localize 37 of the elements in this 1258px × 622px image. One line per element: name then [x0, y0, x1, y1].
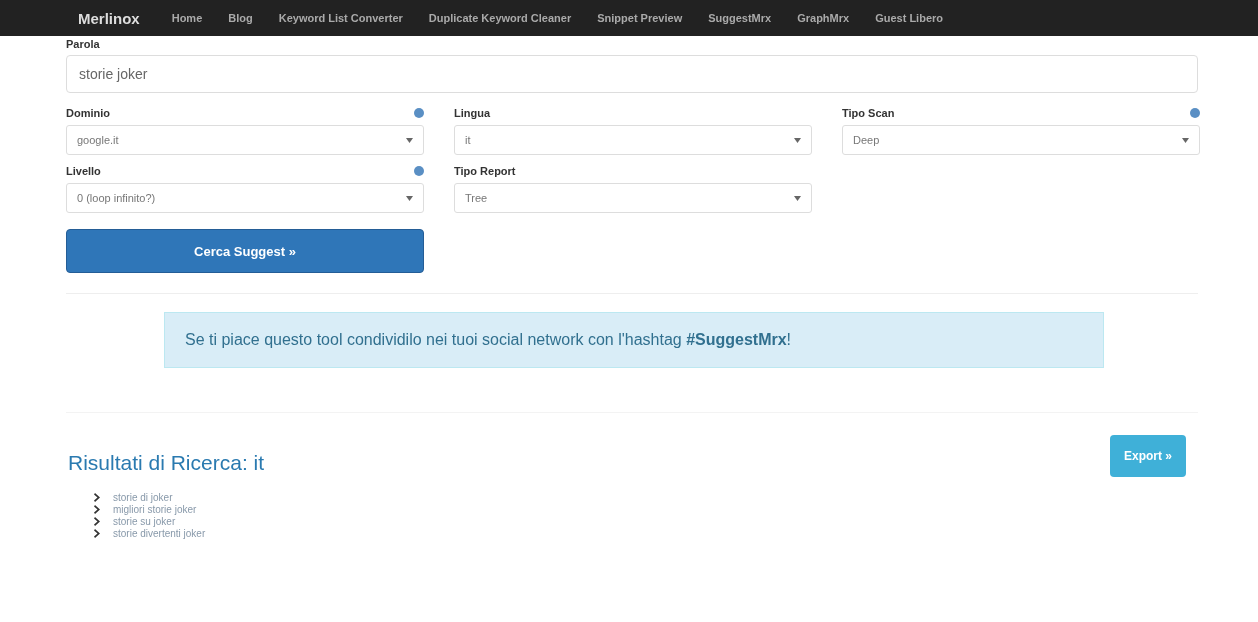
nav-link[interactable]: SuggestMrx — [708, 12, 772, 24]
select-field[interactable]: Tree — [454, 183, 812, 213]
help-icon[interactable] — [414, 166, 424, 176]
caret-icon — [406, 137, 413, 143]
caret-icon — [1182, 137, 1189, 143]
nav-link[interactable]: Keyword List Converter — [278, 12, 403, 24]
select-field[interactable]: it — [454, 125, 812, 155]
select-field[interactable]: google.it — [66, 125, 424, 155]
help-icon[interactable] — [414, 108, 424, 118]
caret-icon — [794, 195, 801, 201]
nav-link[interactable]: Guest Libero — [875, 12, 943, 24]
search-button[interactable]: Cerca Suggest » — [66, 229, 424, 273]
results-title: Risultati di Ricerca: it — [68, 451, 265, 475]
field-label: Lingua — [454, 107, 491, 119]
nav-link[interactable]: Blog — [228, 12, 253, 24]
nav-link[interactable]: Snippet Preview — [597, 12, 683, 24]
result-item[interactable]: storie di joker — [113, 491, 173, 503]
nav-link[interactable]: Home — [171, 12, 203, 24]
field-label: Tipo Report — [454, 165, 516, 177]
result-item[interactable]: migliori storie joker — [113, 503, 197, 515]
field-label: Tipo Scan — [842, 107, 895, 119]
notice-alert: Se ti piace questo tool condividilo nei tuoi social network con l'hashtag #SuggestMrx! — [164, 312, 1104, 368]
help-icon[interactable] — [1190, 108, 1200, 118]
export-button[interactable]: Export » — [1110, 435, 1186, 477]
field-label: Livello — [66, 165, 101, 177]
caret-icon — [794, 137, 801, 143]
keyword-input[interactable]: storie joker — [66, 55, 1198, 93]
field-label: Dominio — [66, 107, 110, 119]
select-field[interactable]: 0 (loop infinito?) — [66, 183, 424, 213]
nav-link[interactable]: GraphMrx — [797, 12, 850, 24]
brand-link[interactable]: Merlinox — [78, 9, 140, 27]
result-item[interactable]: storie su joker — [113, 515, 176, 527]
nav-link[interactable]: Duplicate Keyword Cleaner — [428, 12, 572, 24]
field-label: Parola — [66, 38, 101, 50]
select-field[interactable]: Deep — [842, 125, 1200, 155]
caret-icon — [406, 195, 413, 201]
result-item[interactable]: storie divertenti joker — [113, 527, 206, 539]
